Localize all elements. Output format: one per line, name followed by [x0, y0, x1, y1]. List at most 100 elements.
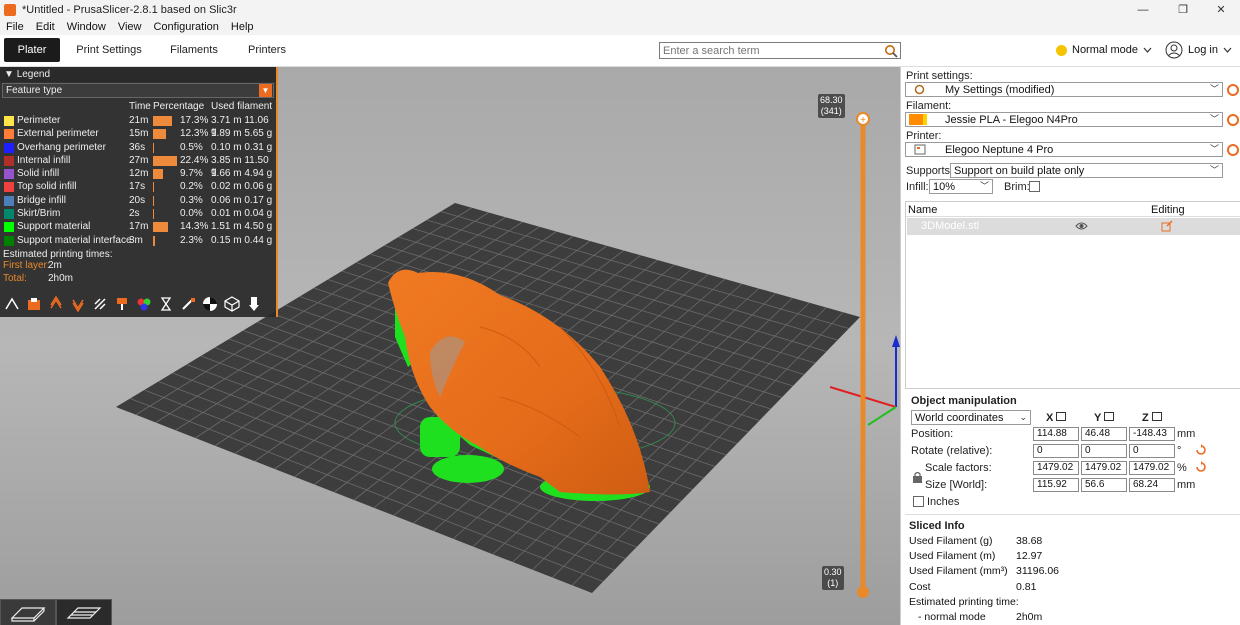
view-type-select[interactable]: Feature type ▼: [2, 83, 274, 98]
legend-row[interactable]: Support material interface 3m 2.3% 0.15 m 0…: [0, 234, 276, 247]
legend-row[interactable]: Solid infill 12m 9.7% 1.66 m 4.94 g: [0, 167, 276, 180]
search-box: [659, 42, 901, 59]
inches-checkbox[interactable]: [913, 496, 924, 507]
deretractions-icon[interactable]: [68, 294, 87, 313]
manipulation-y-field[interactable]: 56.6: [1081, 478, 1127, 492]
tab-printers[interactable]: Printers: [244, 38, 290, 62]
drop-to-axis-icon[interactable]: [1151, 412, 1162, 421]
legend-row[interactable]: Internal infill 27m 22.4% 3.85 m 11.50 g: [0, 154, 276, 177]
filament-gear-icon[interactable]: [1227, 114, 1239, 126]
menu-window[interactable]: Window: [61, 21, 112, 33]
feature-color-swatch: [4, 182, 14, 193]
pause-prints-icon[interactable]: [156, 294, 175, 313]
tool-marker-icon[interactable]: [244, 294, 263, 313]
menu-configuration[interactable]: Configuration: [147, 21, 224, 33]
first-layer-label: First layer:: [3, 259, 50, 271]
seams-icon[interactable]: [90, 294, 109, 313]
percentage-bar: [153, 195, 154, 206]
manipulation-y-field[interactable]: 0: [1081, 444, 1127, 458]
coordinate-system-select[interactable]: World coordinates ⌄: [911, 410, 1031, 425]
percentage-bar: [153, 182, 154, 193]
menu-view[interactable]: View: [112, 21, 148, 33]
feature-name: Bridge infill: [17, 194, 66, 206]
manipulation-x-field[interactable]: 1479.02: [1033, 461, 1079, 475]
filament-combo[interactable]: Jessie PLA - Elegoo N4Pro ﹀: [905, 112, 1223, 127]
wipe-icon[interactable]: [24, 294, 43, 313]
object-row[interactable]: 3DModel.stl: [907, 218, 1240, 235]
legend-row[interactable]: Overhang perimeter 36s 0.5% 0.10 m 0.31 g: [0, 141, 276, 154]
feature-name: Internal infill: [17, 154, 71, 166]
toolpaths-view-button[interactable]: [56, 599, 112, 625]
printer-icon: [914, 144, 926, 159]
close-button[interactable]: ✕: [1204, 0, 1238, 19]
menu-edit[interactable]: Edit: [30, 21, 61, 33]
minimize-button[interactable]: —: [1126, 0, 1160, 19]
manipulation-z-field[interactable]: 0: [1129, 444, 1175, 458]
manipulation-z-field[interactable]: 1479.02: [1129, 461, 1175, 475]
3d-preview-canvas[interactable]: + 68.30 (341) 0.30 (1) ▼ Legend Feature …: [0, 67, 900, 625]
maximize-button[interactable]: ❐: [1166, 0, 1200, 19]
legend-row[interactable]: Support material 17m 14.3% 1.51 m 4.50 g: [0, 220, 276, 233]
sliced-info-label: Cost: [909, 580, 931, 593]
legend-row[interactable]: External perimeter 15m 12.3% 1.89 m 5.65 g: [0, 127, 276, 140]
slider-bottom-thumb: [857, 586, 869, 598]
tab-filaments[interactable]: Filaments: [166, 38, 222, 62]
print-settings-combo[interactable]: My Settings (modified) ﹀: [905, 82, 1223, 97]
search-input[interactable]: [660, 43, 880, 58]
print-settings-gear-icon[interactable]: [1227, 84, 1239, 96]
legend-row[interactable]: Top solid infill 17s 0.2% 0.02 m 0.06 g: [0, 180, 276, 193]
brim-checkbox[interactable]: [1029, 181, 1040, 192]
shells-icon[interactable]: [222, 294, 241, 313]
manipulation-y-field[interactable]: 1479.02: [1081, 461, 1127, 475]
right-sidebar: Print settings: My Settings (modified) ﹀…: [900, 67, 1240, 625]
feature-percent: 0.5%: [180, 141, 203, 153]
menu-file[interactable]: File: [0, 21, 30, 33]
object-list: Name Editing 3DModel.stl: [905, 201, 1240, 389]
travel-icon[interactable]: [2, 294, 21, 313]
col-name: Name: [908, 204, 938, 216]
tab-plater[interactable]: Plater: [4, 38, 60, 62]
legend-header[interactable]: ▼ Legend: [0, 67, 276, 82]
search-icon[interactable]: [884, 44, 898, 61]
layer-slider[interactable]: +: [856, 112, 870, 598]
color-changes-icon[interactable]: [134, 294, 153, 313]
manipulation-x-field[interactable]: 114.88: [1033, 427, 1079, 441]
custom-gcode-icon[interactable]: [178, 294, 197, 313]
axis-x-text: X: [1046, 412, 1054, 424]
printer-gear-icon[interactable]: [1227, 144, 1239, 156]
supports-combo[interactable]: Support on build plate only ﹀: [950, 163, 1223, 178]
menu-help[interactable]: Help: [225, 21, 260, 33]
legend-row[interactable]: Bridge infill 20s 0.3% 0.06 m 0.17 g: [0, 194, 276, 207]
infill-label: Infill:: [906, 181, 929, 193]
window-title: *Untitled - PrusaSlicer-2.8.1 based on S…: [22, 3, 237, 16]
manipulation-z-field[interactable]: 68.24: [1129, 478, 1175, 492]
lock-icon[interactable]: [912, 471, 923, 486]
drop-to-axis-icon[interactable]: [1056, 412, 1067, 421]
drop-to-axis-icon[interactable]: [1104, 412, 1115, 421]
reset-rotation-icon[interactable]: [1195, 444, 1207, 459]
tab-print-settings[interactable]: Print Settings: [74, 38, 144, 62]
eye-icon[interactable]: [1075, 221, 1088, 234]
login-label: Log in: [1188, 44, 1218, 56]
manipulation-x-field[interactable]: 115.92: [1033, 478, 1079, 492]
printer-combo[interactable]: Elegoo Neptune 4 Pro ﹀: [905, 142, 1223, 157]
view-toggle-group: [0, 599, 112, 625]
edit-icon[interactable]: [1161, 220, 1173, 235]
retractions-icon[interactable]: [46, 294, 65, 313]
infill-combo[interactable]: 10% ﹀: [929, 179, 993, 194]
legend-row[interactable]: Skirt/Brim 2s 0.0% 0.01 m 0.04 g: [0, 207, 276, 220]
manipulation-z-field[interactable]: -148.43: [1129, 427, 1175, 441]
legend-row[interactable]: Perimeter 21m 17.3% 3.71 m 11.06 g: [0, 114, 276, 137]
layers-view-button[interactable]: [0, 599, 56, 625]
manipulation-x-field[interactable]: 0: [1033, 444, 1079, 458]
reset-scale-icon[interactable]: [1195, 461, 1207, 476]
feature-percent: 0.2%: [180, 181, 203, 193]
layer-slab-icon: [10, 607, 46, 622]
center-of-gravity-icon[interactable]: [200, 294, 219, 313]
filament-color-swatch: [909, 114, 927, 125]
mode-selector[interactable]: Normal mode: [1056, 44, 1152, 56]
login-button[interactable]: Log in: [1165, 41, 1232, 59]
manipulation-y-field[interactable]: 46.48: [1081, 427, 1127, 441]
chevron-down-icon: [1143, 47, 1152, 53]
tool-changes-icon[interactable]: [112, 294, 131, 313]
